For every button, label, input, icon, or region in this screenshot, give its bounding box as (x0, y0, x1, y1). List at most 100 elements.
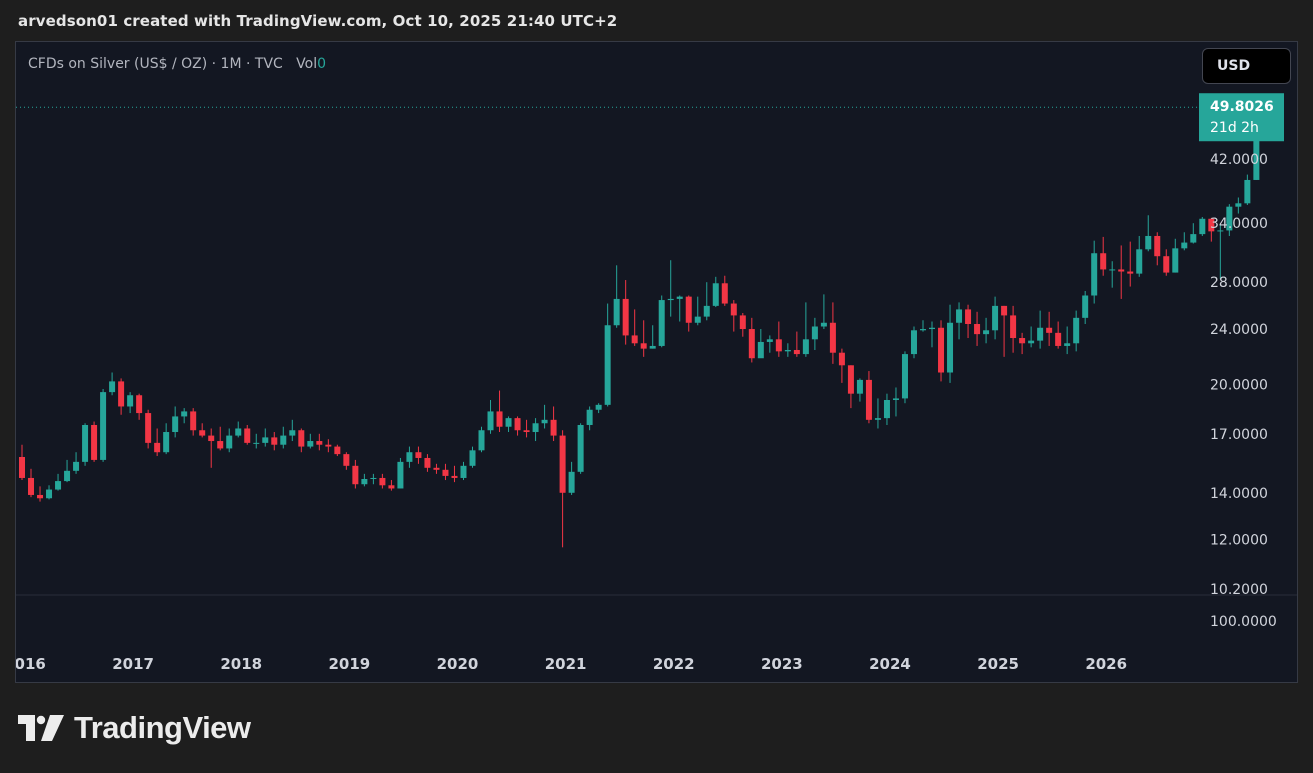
candle[interactable] (442, 463, 449, 481)
candle[interactable] (1217, 224, 1224, 279)
candle[interactable] (622, 280, 629, 345)
candle[interactable] (974, 311, 981, 346)
candle[interactable] (874, 398, 881, 429)
candle[interactable] (983, 317, 990, 344)
candle[interactable] (505, 416, 512, 433)
candle[interactable] (451, 465, 458, 483)
candle[interactable] (550, 406, 557, 442)
candle[interactable] (64, 459, 71, 483)
candle[interactable] (460, 461, 467, 481)
candle[interactable] (1109, 261, 1116, 288)
candle[interactable] (811, 317, 818, 350)
candle[interactable] (127, 392, 134, 414)
candle[interactable] (415, 446, 422, 464)
candle[interactable] (352, 459, 359, 489)
candle[interactable] (334, 444, 341, 457)
candle[interactable] (136, 393, 143, 420)
candle[interactable] (577, 423, 584, 474)
candle[interactable] (406, 446, 413, 468)
candle[interactable] (1100, 236, 1107, 276)
candle[interactable] (559, 430, 566, 548)
candle[interactable] (496, 390, 503, 433)
candle[interactable] (253, 433, 260, 449)
candle[interactable] (487, 400, 494, 434)
candle[interactable] (316, 433, 323, 451)
candle[interactable] (604, 303, 611, 407)
candle[interactable] (91, 421, 98, 462)
candle[interactable] (1073, 310, 1080, 352)
candle[interactable] (910, 326, 917, 359)
candle[interactable] (1037, 310, 1044, 349)
candle[interactable] (109, 372, 116, 396)
candle[interactable] (703, 282, 710, 321)
candle[interactable] (1244, 174, 1251, 205)
candle[interactable] (244, 424, 251, 445)
candle[interactable] (694, 296, 701, 326)
candle[interactable] (1154, 232, 1161, 266)
candle[interactable] (325, 439, 332, 453)
candle[interactable] (289, 419, 296, 442)
candle[interactable] (1199, 217, 1206, 236)
volume-legend[interactable]: Vol0 (287, 56, 326, 72)
candle[interactable] (748, 317, 755, 363)
candle[interactable] (685, 295, 692, 332)
candle[interactable] (929, 321, 936, 348)
candle[interactable] (793, 331, 800, 357)
candle[interactable] (802, 302, 809, 357)
candle[interactable] (856, 378, 863, 402)
candle[interactable] (397, 457, 404, 489)
candle[interactable] (766, 335, 773, 353)
candle[interactable] (262, 428, 269, 447)
candle[interactable] (514, 416, 521, 436)
candle[interactable] (118, 378, 125, 415)
candle[interactable] (1127, 241, 1134, 287)
candle[interactable] (217, 426, 224, 451)
candle[interactable] (784, 343, 791, 357)
candle[interactable] (298, 428, 305, 453)
candle[interactable] (595, 403, 602, 414)
candle[interactable] (433, 463, 440, 474)
candle[interactable] (1172, 238, 1179, 273)
candle[interactable] (938, 320, 945, 382)
candle[interactable] (956, 302, 963, 340)
candle[interactable] (1181, 232, 1188, 251)
candle[interactable] (775, 321, 782, 357)
candle[interactable] (847, 365, 854, 409)
candle[interactable] (1055, 321, 1062, 349)
candle[interactable] (145, 409, 152, 449)
candle[interactable] (568, 461, 575, 495)
candle[interactable] (208, 428, 215, 468)
candle[interactable] (1064, 326, 1071, 355)
candle[interactable] (379, 473, 386, 489)
candle[interactable] (1136, 235, 1143, 277)
candle[interactable] (1118, 245, 1125, 299)
candle[interactable] (1082, 290, 1089, 325)
candle[interactable] (541, 404, 548, 429)
candle[interactable] (307, 433, 314, 449)
candle[interactable] (739, 312, 746, 337)
candle[interactable] (82, 423, 89, 466)
candle[interactable] (37, 486, 44, 502)
candle[interactable] (424, 454, 431, 472)
price-chart[interactable]: 42.0000 34.0000 28.0000 24.0000 20.0000 17.00… (16, 42, 1297, 682)
candle[interactable] (271, 432, 278, 451)
candle[interactable] (1001, 305, 1008, 357)
candle[interactable] (676, 295, 683, 322)
candle[interactable] (532, 418, 539, 442)
candle[interactable] (1028, 326, 1035, 348)
candle[interactable] (640, 320, 647, 357)
candle[interactable] (280, 426, 287, 449)
candle[interactable] (172, 406, 179, 438)
candle[interactable] (757, 329, 764, 359)
candle[interactable] (154, 428, 161, 457)
candle[interactable] (631, 309, 638, 346)
candle[interactable] (1145, 215, 1152, 252)
candle[interactable] (920, 320, 926, 332)
candle[interactable] (469, 446, 476, 468)
candle[interactable] (1046, 311, 1053, 346)
candle[interactable] (361, 473, 368, 487)
candle[interactable] (586, 406, 593, 431)
candle[interactable] (163, 423, 170, 455)
candle[interactable] (965, 304, 972, 339)
candle[interactable] (19, 444, 25, 481)
